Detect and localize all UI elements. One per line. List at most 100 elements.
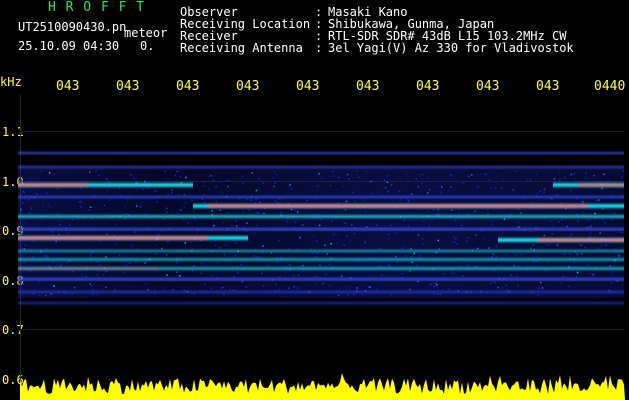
noise-speckle-dot [501, 187, 503, 189]
noise-speckle-dot [493, 269, 495, 272]
noise-speckle-dot [219, 209, 222, 212]
noise-speckle-dot [599, 181, 602, 183]
noise-speckle-dot [383, 179, 386, 181]
noise-speckle-dot [106, 233, 108, 236]
noise-speckle-dot [250, 199, 252, 201]
noise-speckle-dot [375, 224, 378, 226]
noise-speckle-dot [432, 208, 435, 211]
noise-speckle-dot [610, 282, 613, 284]
noise-speckle-dot [166, 274, 168, 276]
noise-speckle-dot [214, 244, 217, 246]
noise-speckle-dot [493, 281, 496, 284]
noise-speckle-dot [245, 230, 247, 233]
noise-speckle-dot [99, 239, 101, 242]
noise-speckle-dot [403, 219, 405, 222]
noise-speckle-dot [356, 287, 358, 289]
noise-speckle-dot [558, 179, 561, 182]
noise-speckle-dot [540, 281, 542, 284]
noise-speckle-dot [71, 293, 73, 295]
noise-speckle-dot [496, 245, 498, 248]
noise-speckle-dot [183, 289, 185, 291]
noise-speckle-dot [187, 221, 189, 224]
noise-speckle-dot [611, 274, 614, 276]
noise-speckle-dot [340, 275, 343, 277]
time-tick-label: 043 [476, 79, 500, 94]
noise-speckle-dot [506, 289, 509, 291]
noise-speckle-dot [124, 213, 126, 215]
noise-speckle-dot [25, 222, 27, 224]
noise-speckle-dot [163, 288, 166, 290]
noise-speckle-dot [118, 187, 120, 189]
noise-speckle-dot [490, 187, 493, 190]
noise-speckle-dot [435, 282, 437, 285]
noise-speckle-dot [22, 190, 25, 193]
noise-speckle-dot [265, 194, 267, 197]
noise-speckle-dot [417, 185, 420, 188]
noise-speckle-dot [203, 185, 206, 187]
noise-speckle-dot [297, 274, 300, 276]
spectrogram-plot [18, 150, 624, 310]
noise-speckle-dot [290, 188, 293, 190]
noise-speckle-dot [318, 172, 320, 175]
noise-speckle-dot [604, 221, 606, 224]
noise-speckle-dot [594, 212, 596, 215]
noise-speckle-dot [23, 288, 25, 290]
noise-speckle-dot [223, 293, 225, 296]
noise-speckle-dot [215, 185, 218, 187]
noise-speckle-dot [404, 245, 406, 248]
noise-speckle-dot [203, 181, 205, 183]
noise-speckle-dot [156, 190, 158, 192]
noise-speckle-dot [32, 256, 34, 259]
noise-speckle-dot [537, 192, 539, 195]
noise-speckle-dot [433, 293, 436, 296]
noise-speckle-dot [163, 218, 166, 220]
noise-speckle-dot [347, 294, 350, 297]
noise-speckle-dot [306, 199, 308, 202]
noise-speckle-dot [35, 193, 38, 195]
noise-speckle-dot [89, 171, 91, 173]
noise-speckle-dot [570, 189, 572, 192]
noise-speckle-dot [530, 201, 532, 204]
noise-speckle-dot [288, 264, 291, 266]
noise-speckle-dot [71, 270, 74, 273]
noise-speckle-dot [146, 187, 149, 190]
signal-trace [18, 228, 624, 230]
noise-speckle-dot [543, 234, 545, 237]
noise-speckle-dot [233, 276, 235, 278]
noise-speckle-dot [475, 234, 477, 236]
noise-speckle-dot [147, 288, 149, 291]
noise-speckle-dot [279, 289, 281, 291]
noise-speckle-dot [316, 252, 319, 255]
noise-speckle-dot [258, 177, 261, 180]
noise-speckle-dot [42, 205, 44, 207]
noise-speckle-dot [235, 242, 237, 244]
noise-speckle-dot [29, 181, 32, 184]
noise-speckle-dot [106, 189, 109, 191]
noise-speckle-dot [435, 251, 437, 254]
noise-speckle-dot [91, 292, 94, 295]
noise-speckle-dot [439, 293, 442, 295]
noise-speckle-dot [333, 233, 335, 236]
noise-speckle-dot [570, 233, 573, 235]
noise-speckle-dot [50, 293, 53, 295]
noise-speckle-dot [156, 201, 158, 203]
noise-speckle-dot [50, 283, 52, 286]
noise-speckle-dot [275, 173, 278, 175]
noise-band-canvas [20, 373, 625, 400]
app-title: H R O F F T [48, 0, 146, 15]
field-separator: : [315, 41, 323, 55]
noise-speckle-dot [71, 219, 74, 221]
noise-speckle-dot [336, 242, 338, 245]
noise-speckle-dot [205, 264, 208, 267]
noise-speckle-dot [49, 207, 52, 209]
noise-speckle-dot [215, 201, 217, 203]
noise-speckle-dot [492, 253, 495, 256]
noise-speckle-dot [51, 231, 53, 233]
noise-speckle-dot [370, 285, 372, 288]
noise-speckle-dot [601, 187, 603, 190]
noise-speckle-dot [164, 170, 166, 172]
noise-speckle-dot [81, 273, 84, 275]
noise-speckle-dot [568, 285, 570, 288]
noise-speckle-dot [73, 286, 76, 289]
noise-speckle-dot [53, 285, 55, 287]
